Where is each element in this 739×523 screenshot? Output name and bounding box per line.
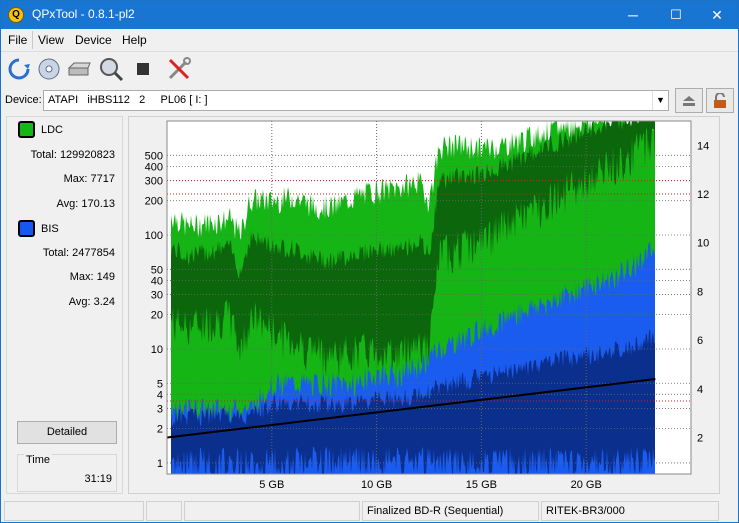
app-window: Q QPxTool - 0.8.1-pl2 ─ ☐ ✕ File View De… [0,0,739,523]
disc-info-button[interactable] [35,55,63,83]
disc-status: Finalized BD-R (Sequential) [362,501,539,521]
ldc-avg: Avg: 170.13 [56,198,115,210]
toolbar [1,51,738,85]
status-cell-2 [146,501,182,521]
ldc-max: Max: 7717 [63,173,115,185]
y-left-tick-label: 20 [151,310,163,322]
ldc-label: LDC [41,124,64,136]
minimize-button[interactable]: ─ [612,1,654,29]
close-button[interactable]: ✕ [696,1,738,29]
y-right-tick-label: 2 [697,432,703,444]
x-tick-label: 15 GB [466,479,497,491]
x-tick-label: 5 GB [259,479,284,491]
scan-chart-panel: 1 2 3 4 5 10 20 30 40 50 100 200 300 400 500 2 4 6 8 10 12 14… [128,116,720,494]
status-bar: Finalized BD-R (Sequential) RITEK-BR3/00… [1,499,738,523]
ldc-total: Total: 129920823 [30,149,115,161]
settings-button[interactable] [165,55,193,83]
detailed-button[interactable]: Detailed [17,421,117,444]
scan-chart: 1234510203040501002003004005002468101214… [145,120,709,491]
y-right-tick-label: 12 [697,189,709,201]
menu-device[interactable]: Device [75,33,112,47]
y-left-tick-label: 500 [145,150,163,162]
device-bar: Device: ATAPI iHBS112 2 PL06 [ I: ] ▼ [1,87,738,113]
settings-tools-icon [168,57,191,80]
y-left-tick-label: 5 [157,378,163,390]
y-left-tick-label: 100 [145,230,163,242]
bis-avg: Avg: 3.24 [68,296,115,308]
drive-icon [67,62,91,76]
bis-color-swatch [18,220,35,237]
chevron-down-icon: ▼ [652,91,668,110]
disc-info-icon [38,58,60,80]
y-right-tick-label: 4 [697,384,703,396]
y-left-tick-label: 3 [157,404,163,416]
device-label: Device: [5,94,42,106]
maximize-button[interactable]: ☐ [655,1,697,29]
drive-button[interactable] [65,55,93,83]
y-left-tick-label: 30 [151,290,163,302]
time-label: Time [24,454,53,466]
scan-icon [100,58,124,82]
media-id: RITEK-BR3/000 [541,501,719,521]
menu-divider [32,31,33,49]
stats-panel: LDC Total: 129920823 Max: 7717 Avg: 170.… [6,116,123,494]
stop-button[interactable] [129,55,157,83]
y-left-tick-label: 1 [157,458,163,470]
refresh-button[interactable] [5,55,33,83]
menu-file[interactable]: File [8,33,27,47]
window-title: QPxTool - 0.8.1-pl2 [32,7,135,21]
y-right-tick-label: 10 [697,238,709,250]
y-left-tick-label: 200 [145,196,163,208]
x-tick-label: 10 GB [361,479,392,491]
app-logo-icon: Q [8,7,24,23]
eject-icon [683,95,695,106]
y-left-tick-label: 300 [145,176,163,188]
time-value: 31:19 [84,473,112,485]
bis-max: Max: 149 [69,271,115,283]
stop-icon [137,63,149,75]
bis-total: Total: 2477854 [42,247,115,259]
eject-button[interactable] [675,88,703,113]
y-right-tick-label: 6 [697,335,703,347]
x-tick-label: 20 GB [571,479,602,491]
device-select-value: ATAPI iHBS112 2 PL06 [ I: ] [48,94,208,106]
y-right-tick-label: 8 [697,286,703,298]
menu-help[interactable]: Help [122,33,147,47]
lock-icon [714,92,726,108]
y-right-tick-label: 14 [697,140,709,152]
menu-view[interactable]: View [38,33,64,47]
status-cell-1 [4,501,144,521]
y-left-tick-label: 4 [157,389,163,401]
device-select[interactable]: ATAPI iHBS112 2 PL06 [ I: ] ▼ [43,90,669,111]
y-left-tick-label: 10 [151,344,163,356]
y-left-tick-label: 50 [151,264,163,276]
time-box: Time 31:19 [17,454,117,492]
lock-button[interactable] [706,88,734,113]
y-left-tick-label: 40 [151,275,163,287]
ldc-color-swatch [18,121,35,138]
title-bar: Q QPxTool - 0.8.1-pl2 ─ ☐ ✕ [1,1,738,29]
scan-button[interactable] [97,55,125,83]
refresh-icon [8,58,30,80]
menu-bar: File View Device Help [1,29,738,51]
bis-label: BIS [41,223,59,235]
y-left-tick-label: 2 [157,424,163,436]
y-left-tick-label: 400 [145,161,163,173]
status-cell-3 [184,501,360,521]
